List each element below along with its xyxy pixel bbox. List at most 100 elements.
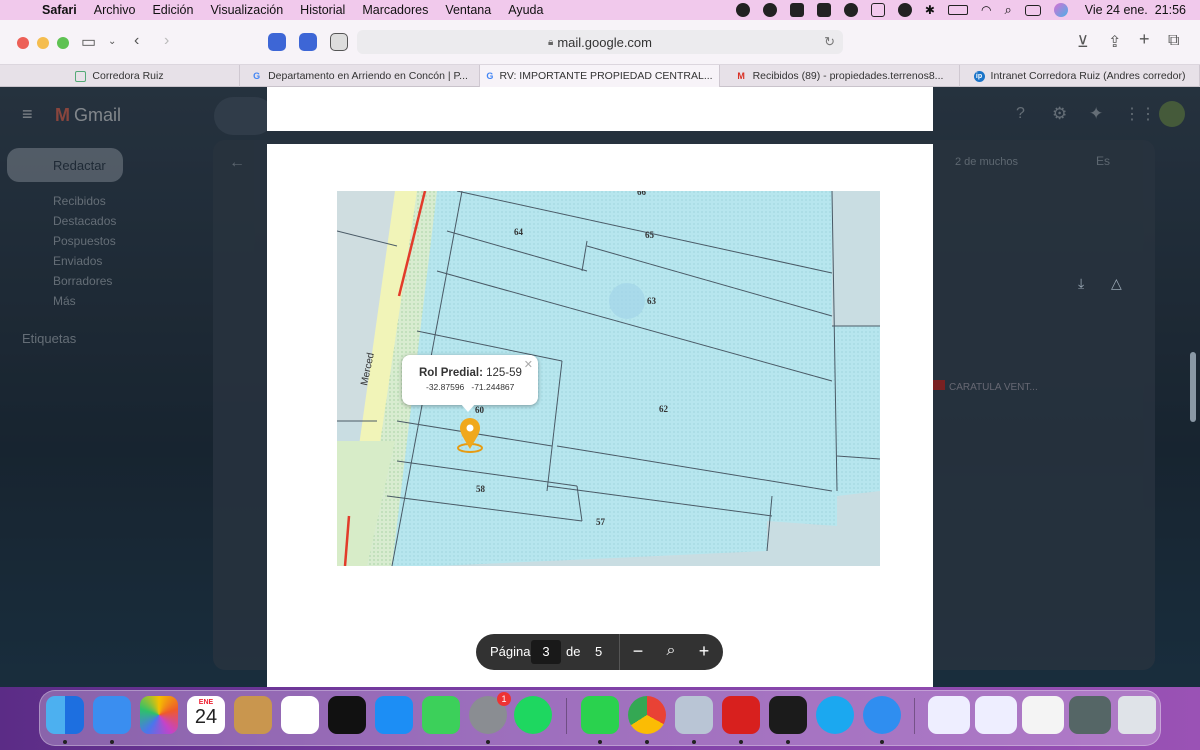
close-window-button[interactable]	[17, 37, 29, 49]
apple-tv-icon[interactable]	[328, 696, 366, 734]
lot-64-label: 64	[514, 227, 524, 237]
tab-overview-icon[interactable]: ⧉	[1168, 32, 1179, 50]
menu-archivo[interactable]: Archivo	[94, 3, 136, 17]
tab-corredora-ruiz[interactable]: Corredora Ruiz	[0, 65, 240, 87]
download-icon[interactable]: ⤓	[1078, 275, 1084, 292]
google-favicon-icon: G	[486, 70, 494, 81]
of-label: de	[566, 644, 581, 659]
tab-label: Intranet Corredora Ruiz (Andres corredor…	[990, 70, 1186, 82]
tab-bar: Corredora Ruiz G Departamento en Arriend…	[0, 65, 1200, 87]
record-icon[interactable]	[843, 3, 858, 17]
battery-icon[interactable]	[947, 5, 968, 15]
add-to-drive-icon[interactable]: △	[1111, 275, 1122, 292]
status-area: ✱ ◠ ⌕ Vie 24 ene. 21:56	[735, 0, 1186, 20]
chrome-icon[interactable]	[628, 696, 666, 734]
spotlight-search-icon[interactable]: ⌕	[1004, 2, 1011, 18]
acrobat-icon[interactable]	[722, 696, 760, 734]
running-indicator	[739, 740, 743, 744]
menu-ventana[interactable]: Ventana	[445, 3, 491, 17]
reload-icon[interactable]: ↻	[824, 34, 835, 50]
running-indicator	[645, 740, 649, 744]
voice-memos-icon[interactable]	[769, 696, 807, 734]
zoom-in-button[interactable]: +	[692, 640, 716, 664]
clock-datetime[interactable]: Vie 24 ene. 21:56	[1085, 3, 1186, 17]
whatsapp-icon[interactable]	[581, 696, 619, 734]
calendar-icon[interactable]: ENE 24	[187, 696, 225, 734]
calendar-day: 24	[194, 706, 218, 728]
running-indicator	[486, 740, 490, 744]
privacy-shield-icon[interactable]	[330, 33, 348, 51]
spotify-icon[interactable]	[514, 696, 552, 734]
tab-recibidos[interactable]: M Recibidos (89) - propiedades.terrenos8…	[720, 65, 960, 87]
page-number-input[interactable]: 3	[531, 640, 561, 664]
zoom-out-button[interactable]: −	[626, 640, 650, 664]
menu-safari[interactable]: Safari	[42, 3, 77, 17]
contacts-icon[interactable]	[234, 696, 272, 734]
wifi-icon[interactable]: ◠	[981, 3, 991, 17]
running-indicator	[598, 740, 602, 744]
trash-icon[interactable]	[1118, 696, 1156, 734]
tab-departamento[interactable]: G Departamento en Arriendo en Concón | P…	[240, 65, 480, 87]
zoom-reset-icon[interactable]: ⌕	[659, 640, 683, 664]
skype-icon[interactable]	[816, 696, 854, 734]
lock-icon: 🔒︎	[548, 36, 554, 48]
minimize-window-button[interactable]	[37, 37, 49, 49]
lot-63-label: 63	[647, 296, 657, 306]
page-label: Página	[490, 644, 531, 659]
bluetooth-icon[interactable]: ✱	[925, 3, 935, 17]
tab-label: Corredora Ruiz	[92, 70, 164, 82]
maximize-window-button[interactable]	[57, 37, 69, 49]
reminders-icon[interactable]	[281, 696, 319, 734]
app-store-icon[interactable]	[375, 696, 413, 734]
minimized-window-1[interactable]	[928, 696, 970, 734]
lot-62-label: 62	[659, 404, 669, 414]
forward-button[interactable]: ›	[164, 32, 169, 50]
minimized-window-4[interactable]	[1069, 696, 1111, 734]
system-settings-icon[interactable]: 1	[469, 692, 511, 734]
messages-icon[interactable]	[422, 696, 460, 734]
control-center-icon[interactable]	[1024, 4, 1041, 16]
intranet-favicon-icon: ip	[973, 70, 985, 82]
checkmark-icon[interactable]	[762, 3, 777, 17]
share-icon[interactable]: ⇪	[1108, 32, 1121, 52]
mail-icon[interactable]	[93, 696, 131, 734]
siri-icon[interactable]	[1053, 3, 1068, 17]
app-status-icon[interactable]	[789, 3, 804, 17]
menu-historial[interactable]: Historial	[300, 3, 345, 17]
menu-edicion[interactable]: Edición	[152, 3, 193, 17]
camera-icon[interactable]	[816, 3, 831, 17]
back-button[interactable]: ‹	[134, 32, 139, 50]
downloads-icon[interactable]: ⊻	[1077, 32, 1089, 52]
corredora-favicon-icon	[75, 70, 87, 82]
shield-status-icon[interactable]	[897, 3, 912, 17]
close-popup-icon[interactable]: ✕	[524, 358, 533, 371]
popup-title: Rol Predial:	[419, 367, 483, 379]
scrollbar[interactable]	[1190, 352, 1196, 422]
menu-visualizacion[interactable]: Visualización	[210, 3, 283, 17]
notification-badge: 1	[497, 692, 511, 706]
minimized-window-2[interactable]	[975, 696, 1017, 734]
finder-icon[interactable]	[46, 696, 84, 734]
running-indicator	[692, 740, 696, 744]
minimized-window-3[interactable]	[1022, 696, 1064, 734]
chevron-down-icon[interactable]: ⌄	[108, 36, 116, 47]
running-indicator	[880, 740, 884, 744]
extension-shield-icon[interactable]	[268, 33, 286, 51]
new-tab-icon[interactable]: +	[1139, 29, 1150, 50]
tab-rv-importante[interactable]: G RV: IMPORTANTE PROPIEDAD CENTRAL...	[480, 65, 720, 87]
photos-icon[interactable]	[140, 696, 178, 734]
sidebar-toggle-icon[interactable]: ▭	[81, 32, 96, 52]
menu-marcadores[interactable]: Marcadores	[362, 3, 428, 17]
tab-label: Recibidos (89) - propiedades.terrenos8..…	[752, 70, 944, 82]
clipboard-icon[interactable]	[870, 3, 885, 17]
preview-icon[interactable]	[675, 696, 713, 734]
address-bar[interactable]: 🔒︎ mail.google.com ↻	[357, 30, 843, 54]
safari-icon[interactable]	[863, 696, 901, 734]
extension-shield-icon-2[interactable]	[299, 33, 317, 51]
vpn-shield-icon[interactable]	[735, 3, 750, 17]
menu-ayuda[interactable]: Ayuda	[508, 3, 543, 17]
total-pages: 5	[595, 644, 603, 659]
tab-label: Departamento en Arriendo en Concón | P..…	[268, 70, 468, 82]
tab-intranet[interactable]: ip Intranet Corredora Ruiz (Andres corre…	[960, 65, 1200, 87]
dock-separator-2	[914, 698, 915, 734]
